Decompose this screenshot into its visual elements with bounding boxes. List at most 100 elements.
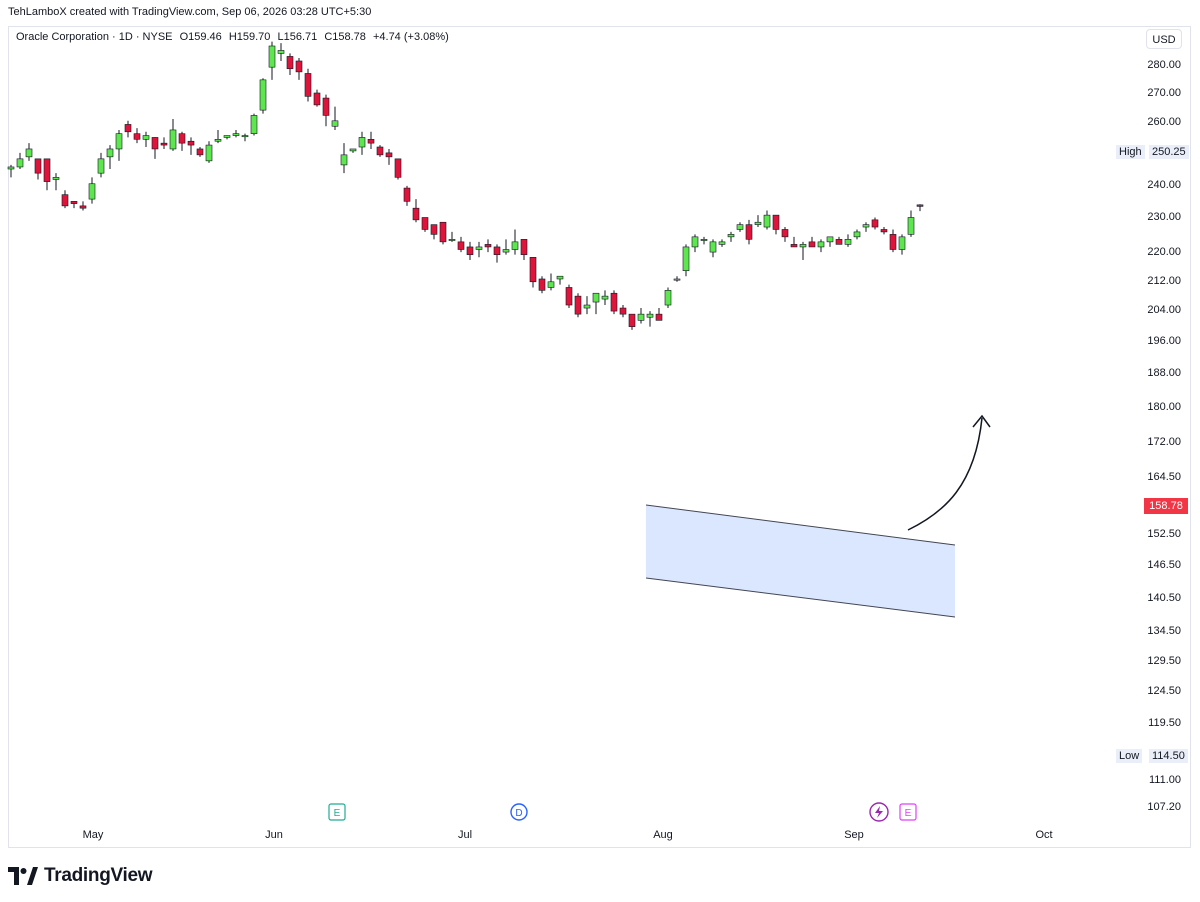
candle-body-up: [826, 236, 834, 243]
candle: [277, 43, 285, 61]
candle: [385, 148, 393, 165]
candle-body-down: [124, 124, 132, 133]
candle-body-up: [799, 244, 807, 248]
candle: [268, 41, 276, 80]
time-axis[interactable]: May Jun Jul Aug Sep Oct: [8, 826, 1111, 848]
candle: [151, 137, 159, 159]
candle: [448, 231, 456, 242]
candle-body-up: [214, 139, 222, 142]
candle-body-down: [412, 207, 420, 221]
candle: [340, 143, 348, 174]
candle-body-down: [151, 137, 159, 150]
low-value: 114.50: [1149, 749, 1188, 763]
candle-body-up: [700, 239, 708, 241]
candle: [745, 219, 753, 245]
price-tick: 270.00: [1147, 87, 1181, 99]
candle: [574, 293, 582, 318]
candle-body-up: [853, 231, 861, 238]
ohlc-open: O159.46: [179, 31, 222, 43]
candle: [34, 158, 42, 180]
candle-body-up: [691, 236, 699, 248]
candle: [763, 210, 771, 230]
candlestick-chart[interactable]: EDE: [0, 0, 1200, 902]
time-tick: Oct: [1035, 829, 1053, 841]
candle-body-down: [187, 140, 195, 146]
candle-body-down: [466, 246, 474, 255]
candle: [691, 234, 699, 253]
candle-body-down: [529, 257, 537, 283]
event-letter: D: [515, 808, 522, 819]
candle: [817, 239, 825, 253]
candle: [583, 296, 591, 315]
candle-body-down: [61, 194, 69, 207]
high-label: High: [1116, 145, 1145, 159]
candle-body-up: [502, 249, 510, 253]
candle-body-up: [718, 241, 726, 245]
candle: [601, 290, 609, 306]
candle-body-up: [97, 158, 105, 174]
candle-body-down: [394, 158, 402, 178]
tradingview-logo-icon: [8, 867, 38, 885]
candle-body-up: [268, 45, 276, 68]
candle: [7, 164, 15, 178]
candle-body-down: [70, 201, 78, 204]
candle: [673, 276, 681, 282]
candle: [520, 239, 528, 260]
candle-body-up: [862, 224, 870, 228]
last-price-label: 158.78: [1144, 498, 1188, 514]
candle-body-down: [889, 234, 897, 250]
candle-body-up: [232, 133, 240, 136]
candle: [214, 129, 222, 144]
candle: [862, 222, 870, 232]
price-tick: 220.00: [1147, 246, 1181, 258]
candle: [781, 227, 789, 242]
price-tick: 164.50: [1147, 471, 1181, 483]
candle: [61, 190, 69, 209]
ohlc-high: H159.70: [228, 31, 271, 43]
candle: [169, 118, 177, 151]
candle: [466, 241, 474, 260]
candle-body-down: [655, 313, 663, 321]
low-label: Low: [1116, 749, 1143, 763]
candle-body-down: [871, 219, 879, 228]
ohlc-close: C158.78: [324, 31, 366, 43]
candle-body-down: [43, 158, 51, 182]
candle-body-up: [727, 234, 735, 238]
candle: [394, 158, 402, 180]
candle-body-down: [421, 217, 429, 230]
candle: [376, 145, 384, 157]
candle-body-down: [835, 239, 843, 245]
candle: [133, 128, 141, 144]
candle: [160, 137, 168, 149]
candle-body-up: [277, 50, 285, 54]
tradingview-logo[interactable]: TradingView: [8, 864, 153, 888]
price-tick: 204.00: [1147, 304, 1181, 316]
candle-body-up: [340, 154, 348, 166]
candle: [556, 275, 564, 285]
candle-body-down: [484, 244, 492, 248]
candle: [610, 290, 618, 315]
price-tick: 107.20: [1147, 801, 1181, 813]
price-tick: 119.50: [1148, 717, 1181, 729]
candle: [349, 148, 357, 153]
candle: [889, 229, 897, 253]
candle: [772, 214, 780, 235]
candle: [439, 221, 447, 245]
candle: [259, 78, 267, 114]
price-tick: 140.50: [1147, 592, 1181, 604]
price-tick: 124.50: [1147, 685, 1181, 697]
candle: [16, 152, 24, 170]
candle: [565, 284, 573, 309]
price-tick: 172.00: [1147, 436, 1181, 448]
candle-body-down: [430, 224, 438, 235]
candle-body-down: [493, 246, 501, 255]
candle: [592, 292, 600, 315]
candle: [880, 227, 888, 235]
candle: [700, 236, 708, 245]
candle-body-up: [637, 313, 645, 321]
candle: [907, 210, 915, 237]
candle-body-down: [178, 133, 186, 144]
candle: [484, 239, 492, 253]
candle: [475, 241, 483, 258]
candle: [808, 236, 816, 248]
